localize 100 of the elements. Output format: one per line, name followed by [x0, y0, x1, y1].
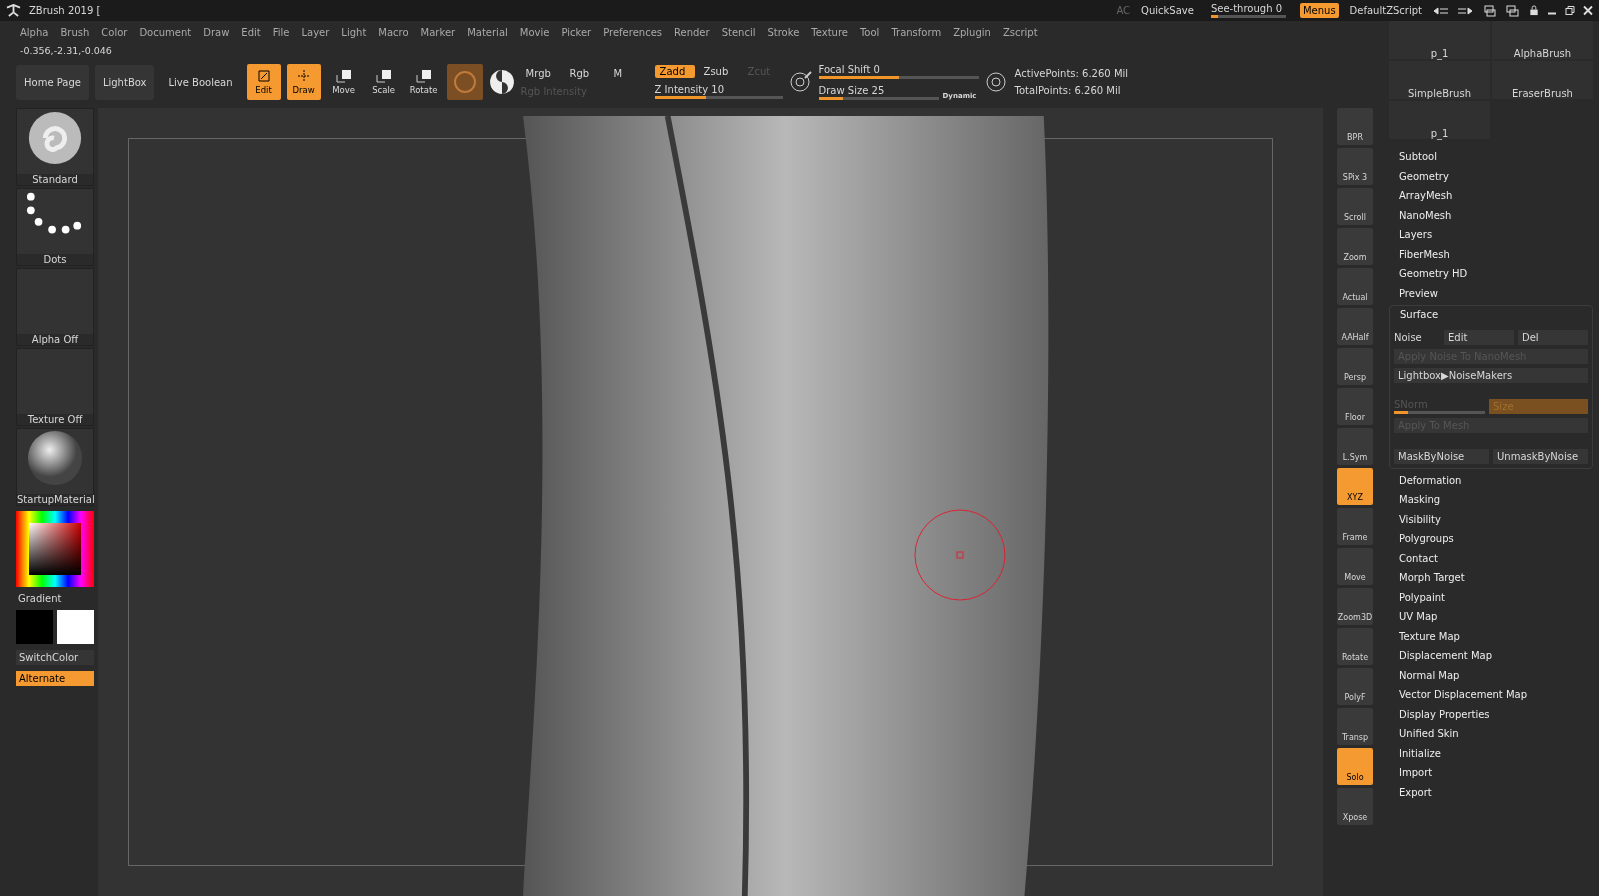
- focal-shift-slider[interactable]: Focal Shift 0: [818, 64, 979, 79]
- tool-menu-item[interactable]: UV Map: [1389, 607, 1593, 627]
- tool-menu-item[interactable]: Geometry: [1389, 166, 1593, 186]
- tool-menu-item[interactable]: Polypaint: [1389, 587, 1593, 607]
- z-intensity-slider[interactable]: Z Intensity 10: [654, 84, 783, 99]
- brush-thumbnail[interactable]: p_1: [1389, 21, 1490, 59]
- tool-menu-item[interactable]: Unified Skin: [1389, 724, 1593, 744]
- tool-menu-item[interactable]: Display Properties: [1389, 704, 1593, 724]
- tool-menu-item[interactable]: Masking: [1389, 490, 1593, 510]
- brush-thumbnail[interactable]: SimpleBrush: [1389, 61, 1490, 99]
- target-icon[interactable]: [984, 70, 1009, 94]
- color-mode-button[interactable]: Rgb: [564, 67, 605, 80]
- quicksave-button[interactable]: QuickSave: [1138, 3, 1197, 18]
- tool-menu-item[interactable]: Visibility: [1389, 509, 1593, 529]
- menus-button[interactable]: Menus: [1299, 3, 1339, 18]
- view-tool-button[interactable]: Frame: [1337, 508, 1373, 545]
- del-button[interactable]: Del: [1518, 329, 1588, 345]
- window-layout-icon[interactable]: [1505, 4, 1521, 17]
- menu-item[interactable]: Texture: [805, 24, 854, 40]
- menu-item[interactable]: Picker: [555, 24, 598, 40]
- window-layout-icon[interactable]: [1481, 4, 1497, 17]
- draw-size-slider[interactable]: Draw Size 25: [818, 85, 939, 100]
- view-tool-button[interactable]: Scroll: [1337, 188, 1373, 225]
- restore-icon[interactable]: [1565, 5, 1575, 16]
- close-icon[interactable]: [1583, 5, 1593, 16]
- mode-button[interactable]: Edit: [246, 64, 281, 100]
- mode-button[interactable]: Scale: [366, 64, 401, 100]
- z-mode-button[interactable]: Zsub: [698, 65, 739, 78]
- view-tool-button[interactable]: AAHalf: [1337, 308, 1373, 345]
- view-tool-button[interactable]: Move: [1337, 548, 1373, 585]
- menu-item[interactable]: Zscript: [996, 24, 1044, 40]
- view-tool-button[interactable]: Solo: [1337, 748, 1373, 785]
- arrows-icon[interactable]: [1457, 4, 1473, 17]
- arrows-icon[interactable]: [1433, 4, 1449, 17]
- tool-menu-item[interactable]: Vector Displacement Map: [1389, 685, 1593, 705]
- view-tool-button[interactable]: Transp: [1337, 708, 1373, 745]
- tool-menu-item[interactable]: Deformation: [1389, 470, 1593, 490]
- brush-thumbnail[interactable]: p_1: [1389, 101, 1490, 139]
- viewport[interactable]: [98, 108, 1323, 896]
- switch-color-button[interactable]: SwitchColor: [16, 650, 94, 665]
- edit-button[interactable]: Edit: [1444, 329, 1514, 345]
- menu-item[interactable]: Brush: [54, 24, 96, 40]
- shelf-slot[interactable]: StartupMaterial: [16, 428, 94, 506]
- tool-menu-item[interactable]: FiberMesh: [1389, 244, 1593, 264]
- tool-menu-item[interactable]: Texture Map: [1389, 626, 1593, 646]
- tool-menu-item[interactable]: ArrayMesh: [1389, 186, 1593, 206]
- menu-item[interactable]: Tool: [853, 24, 886, 40]
- shelf-slot[interactable]: Texture Off: [16, 348, 94, 426]
- tool-menu-item[interactable]: Import: [1389, 763, 1593, 783]
- color-mode-button[interactable]: M: [608, 67, 649, 80]
- brush-thumbnail[interactable]: EraserBrush: [1492, 61, 1593, 99]
- menu-item[interactable]: Color: [95, 24, 134, 40]
- tool-menu-item[interactable]: Export: [1389, 782, 1593, 802]
- alternate-button[interactable]: Alternate: [16, 671, 94, 686]
- focal-target-icon[interactable]: [788, 70, 813, 94]
- view-tool-button[interactable]: BPR: [1337, 108, 1373, 145]
- main-color-swatch[interactable]: [16, 610, 53, 644]
- menu-item[interactable]: Marker: [414, 24, 462, 40]
- menu-item[interactable]: Preferences: [597, 24, 668, 40]
- nav-button[interactable]: Live Boolean: [160, 64, 241, 100]
- lightbox-noisemakers-button[interactable]: Lightbox▶NoiseMakers: [1394, 367, 1588, 383]
- unmask-by-noise-button[interactable]: UnmaskByNoise: [1493, 448, 1588, 464]
- menu-item[interactable]: Draw: [197, 24, 236, 40]
- menu-item[interactable]: Transform: [885, 24, 948, 40]
- material-swatch[interactable]: [446, 64, 483, 100]
- tool-menu-item[interactable]: Layers: [1389, 225, 1593, 245]
- color-picker[interactable]: [16, 511, 94, 587]
- menu-item[interactable]: Macro: [372, 24, 415, 40]
- view-tool-button[interactable]: PolyF: [1337, 668, 1373, 705]
- menu-item[interactable]: File: [266, 24, 296, 40]
- brush-thumbnail[interactable]: AlphaBrush: [1492, 21, 1593, 59]
- mask-by-noise-button[interactable]: MaskByNoise: [1394, 448, 1489, 464]
- nav-button[interactable]: Home Page: [16, 64, 89, 100]
- menu-item[interactable]: Zplugin: [947, 24, 997, 40]
- view-tool-button[interactable]: Zoom: [1337, 228, 1373, 265]
- mode-button[interactable]: Draw: [286, 64, 321, 100]
- view-tool-button[interactable]: Xpose: [1337, 788, 1373, 825]
- mode-button[interactable]: Rotate: [406, 64, 441, 100]
- nav-button[interactable]: LightBox: [94, 64, 155, 100]
- tool-menu-item[interactable]: Polygroups: [1389, 529, 1593, 549]
- shelf-slot[interactable]: Standard: [16, 108, 94, 186]
- menu-item[interactable]: Light: [335, 24, 373, 40]
- shelf-slot[interactable]: Dots: [16, 188, 94, 266]
- tool-menu-item[interactable]: Subtool: [1389, 147, 1593, 167]
- menu-item[interactable]: Edit: [235, 24, 267, 40]
- view-tool-button[interactable]: Floor: [1337, 388, 1373, 425]
- tool-menu-item[interactable]: Geometry HD: [1389, 264, 1593, 284]
- tool-menu-item[interactable]: Displacement Map: [1389, 646, 1593, 666]
- lock-icon[interactable]: [1529, 5, 1539, 16]
- menu-item[interactable]: Alpha: [14, 24, 55, 40]
- secondary-color-swatch[interactable]: [57, 610, 94, 644]
- tool-menu-item[interactable]: Normal Map: [1389, 665, 1593, 685]
- view-tool-button[interactable]: L.Sym: [1337, 428, 1373, 465]
- see-through-slider[interactable]: See-through 0: [1210, 3, 1286, 18]
- tool-menu-item[interactable]: Initialize: [1389, 743, 1593, 763]
- z-mode-button[interactable]: Zadd: [654, 65, 695, 78]
- tool-menu-item[interactable]: NanoMesh: [1389, 205, 1593, 225]
- script-button[interactable]: DefaultZScript: [1346, 3, 1425, 18]
- view-tool-button[interactable]: SPix 3: [1337, 148, 1373, 185]
- tool-menu-item[interactable]: Preview: [1389, 283, 1593, 303]
